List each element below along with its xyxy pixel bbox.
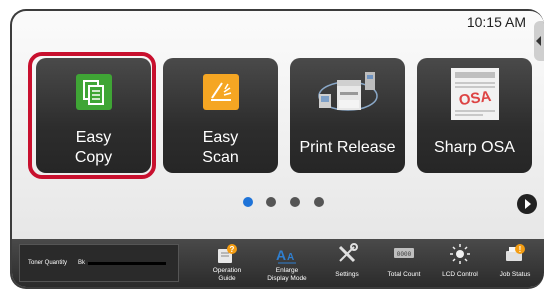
tile-label-line1: Easy	[202, 129, 239, 146]
printer-status-icon: !	[506, 244, 525, 261]
sharp-osa-button[interactable]: OSA Sharp OSA	[417, 58, 532, 173]
tile-label: Print Release	[299, 139, 396, 156]
toner-label: Toner Quantity	[28, 260, 68, 266]
counter-icon: 0000	[394, 248, 414, 258]
operation-guide-label-1: Operation	[212, 267, 242, 274]
page-dot-2[interactable]	[266, 197, 276, 207]
book-help-icon: ?	[218, 244, 237, 263]
toner-indicator: Toner Quantity Bk	[19, 244, 179, 282]
svg-text:0000: 0000	[397, 251, 412, 258]
brightness-icon	[450, 244, 470, 264]
next-page-button[interactable]	[517, 194, 537, 214]
print-release-button[interactable]: Print Release	[290, 58, 405, 173]
settings-button[interactable]: Settings	[318, 239, 376, 287]
page-indicator	[12, 197, 544, 209]
page-dot-1[interactable]	[243, 197, 253, 207]
total-count-button[interactable]: 0000 Total Count	[375, 239, 433, 287]
home-screen: 10:15 AM Easy Copy Easy Scan Print Relea…	[12, 11, 544, 287]
operation-guide-button[interactable]: ? Operation Guide	[198, 239, 256, 287]
selection-highlight	[28, 52, 156, 179]
page-dot-4[interactable]	[314, 197, 324, 207]
toner-level-bar	[88, 262, 166, 265]
page-dot-3[interactable]	[290, 197, 300, 207]
enlarge-label-1: Enlarge	[275, 267, 299, 274]
lcd-control-button[interactable]: LCD Control	[431, 239, 489, 287]
toner-color-label: Bk	[78, 260, 86, 266]
easy-scan-button[interactable]: Easy Scan	[163, 58, 278, 173]
side-panel-handle[interactable]	[534, 21, 544, 61]
job-status-label: Job Status	[499, 271, 531, 278]
svg-text:!: !	[519, 245, 522, 254]
tools-icon	[338, 243, 358, 263]
printer-network-icon	[317, 72, 378, 111]
svg-text:?: ?	[230, 245, 235, 254]
osa-document-icon: OSA	[450, 68, 499, 120]
enlarge-label-2: Display Mode	[267, 275, 307, 282]
tile-label-line2: Scan	[202, 149, 239, 166]
svg-text:A: A	[287, 252, 294, 263]
job-status-button[interactable]: ! Job Status	[486, 239, 544, 287]
tile-label: Sharp OSA	[434, 139, 515, 156]
svg-text:A: A	[276, 247, 286, 263]
device-frame: 10:15 AM Easy Copy Easy Scan Print Relea…	[10, 9, 544, 289]
operation-guide-label-2: Guide	[218, 275, 236, 282]
enlarge-text-icon: A A	[276, 247, 296, 264]
scanner-icon	[202, 74, 239, 110]
bottom-bar: Toner Quantity Bk ? Operation Guide A A …	[12, 239, 544, 287]
enlarge-display-button[interactable]: A A Enlarge Display Mode	[258, 239, 316, 287]
clock: 10:15 AM	[466, 14, 526, 30]
